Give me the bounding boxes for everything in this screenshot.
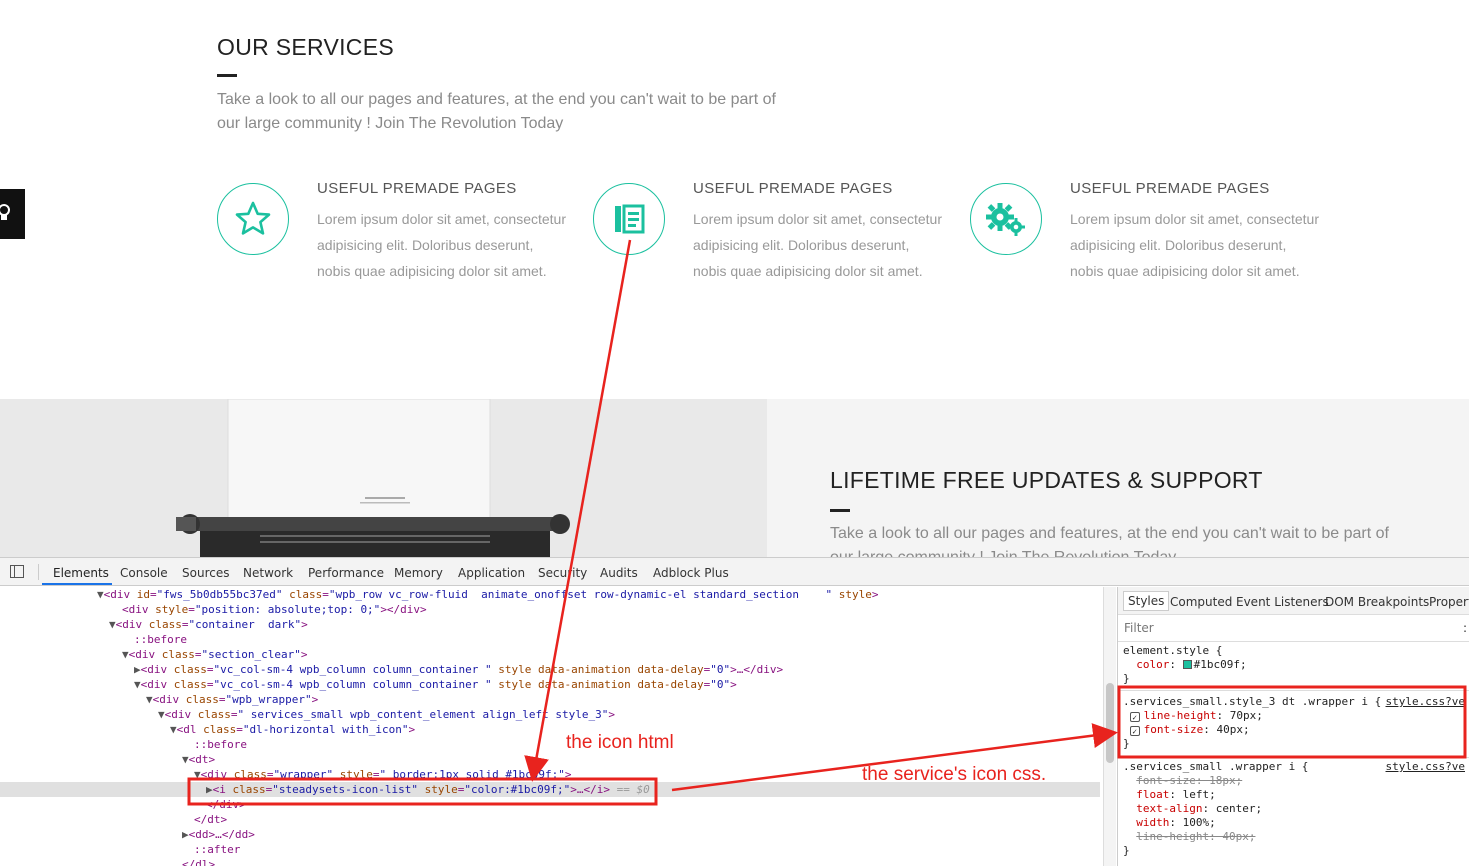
gears-icon: [986, 203, 1025, 236]
list-icon: [615, 204, 645, 234]
dom-node[interactable]: ▶<dd>…</dd>: [182, 827, 1100, 842]
lifetime-title: LIFETIME FREE UPDATES & SUPPORT: [830, 467, 1263, 493]
intro-line-2: our large community ! Join The Revolutio…: [217, 115, 564, 132]
tab-event-listeners[interactable]: Event Listeners: [1236, 595, 1329, 609]
service-icon-circle: [593, 183, 665, 255]
dom-node[interactable]: ▶<div class="vc_col-sm-4 wpb_column colu…: [134, 662, 1100, 677]
lifetime-intro: Take a look to all our pages and feature…: [830, 522, 1430, 557]
elements-scrollbar[interactable]: [1103, 587, 1116, 866]
dom-node[interactable]: ▼<div class="container dark">: [109, 617, 1100, 632]
annotation-icon-css: the service's icon css.: [862, 764, 1047, 785]
lifetime-line-1: Take a look to all our pages and feature…: [830, 525, 1389, 542]
webpage: OUR SERVICES Take a look to all our page…: [0, 0, 1469, 557]
wrapper-css-rule[interactable]: .services_small .wrapper i {style.css?ve…: [1123, 760, 1465, 858]
dom-node[interactable]: ▼<div class="wpb_wrapper">: [146, 692, 1100, 707]
tab-application[interactable]: Application: [458, 566, 525, 580]
elements-tree: ▼<div id="fws_5b0db55bc37ed" class="wpb_…: [0, 587, 1100, 866]
tab-sources[interactable]: Sources: [182, 566, 229, 580]
typewriter-image: [176, 399, 570, 557]
dom-node[interactable]: ▼<div class=" services_small wpb_content…: [158, 707, 1100, 722]
service-text: Lorem ipsum dolor sit amet, consectetur …: [1070, 211, 1319, 279]
dom-node[interactable]: </dl>: [182, 857, 1100, 866]
services-intro: Take a look to all our pages and feature…: [217, 88, 807, 136]
icon-css-rule[interactable]: .services_small.style_3 dt .wrapper i {s…: [1123, 695, 1465, 751]
styles-filter-input[interactable]: Filter: [1124, 621, 1154, 635]
tab-memory[interactable]: Memory: [394, 566, 443, 580]
service-title: USEFUL PREMADE PAGES: [693, 180, 893, 197]
tab-styles[interactable]: Styles: [1123, 591, 1170, 611]
service-icon-circle: [217, 183, 289, 255]
rule-divider: [1118, 641, 1469, 642]
title-underline: [217, 74, 237, 77]
tab-network[interactable]: Network: [243, 566, 293, 580]
side-tab[interactable]: [0, 189, 25, 239]
tab-properties[interactable]: Propert: [1429, 595, 1469, 609]
tab-adblock-plus[interactable]: Adblock Plus: [653, 566, 729, 580]
intro-line-1: Take a look to all our pages and feature…: [217, 91, 776, 108]
dom-node[interactable]: ▼<div id="fws_5b0db55bc37ed" class="wpb_…: [97, 587, 1100, 602]
tab-computed[interactable]: Computed: [1170, 595, 1232, 609]
styles-pane: Styles Computed Event Listeners DOM Brea…: [1117, 587, 1469, 866]
tab-elements[interactable]: Elements: [53, 566, 109, 580]
dom-pseudo[interactable]: ::before: [134, 632, 1100, 647]
tab-separator: [38, 564, 39, 580]
element-style-rule[interactable]: element.style { color: #1bc09f; }: [1123, 644, 1465, 686]
service-text: Lorem ipsum dolor sit amet, consectetur …: [693, 211, 942, 279]
tab-console[interactable]: Console: [120, 566, 168, 580]
annotation-icon-html: the icon html: [566, 732, 674, 753]
typewriter-photo: [0, 399, 767, 557]
service-icon-circle: [970, 183, 1042, 255]
service-text: Lorem ipsum dolor sit amet, consectetur …: [317, 211, 566, 279]
lifetime-underline: [830, 509, 850, 512]
rule-divider: [1118, 757, 1469, 758]
hover-state-toggle[interactable]: :: [1463, 621, 1467, 635]
scrollbar-thumb[interactable]: [1106, 683, 1114, 763]
dock-side-icon[interactable]: [10, 565, 24, 578]
styles-tabbar: Styles Computed Event Listeners DOM Brea…: [1118, 587, 1469, 615]
services-title: OUR SERVICES: [217, 34, 394, 60]
lightbulb-icon: [0, 204, 10, 220]
rule-divider: [1118, 690, 1469, 691]
tab-security[interactable]: Security: [538, 566, 587, 580]
dom-node[interactable]: </div>: [206, 797, 1100, 812]
dom-pseudo[interactable]: ::after: [194, 842, 1100, 857]
devtools-tabbar: Elements Console Sources Network Perform…: [0, 558, 1469, 586]
active-tab-indicator: [42, 583, 112, 585]
tab-dom-breakpoints[interactable]: DOM Breakpoints: [1325, 595, 1429, 609]
dom-node[interactable]: <div style="position: absolute;top: 0;">…: [122, 602, 1100, 617]
tab-audits[interactable]: Audits: [600, 566, 638, 580]
star-icon: [235, 201, 271, 235]
dom-node[interactable]: ▼<div class="vc_col-sm-4 wpb_column colu…: [134, 677, 1100, 692]
tab-performance[interactable]: Performance: [308, 566, 384, 580]
dom-node[interactable]: ▼<div class="section_clear">: [122, 647, 1100, 662]
service-title: USEFUL PREMADE PAGES: [1070, 180, 1270, 197]
dom-node[interactable]: </dt>: [194, 812, 1100, 827]
lifetime-line-2: our large community ! Join The Revolutio…: [830, 546, 1430, 557]
devtools-panel: Elements Console Sources Network Perform…: [0, 557, 1469, 866]
service-title: USEFUL PREMADE PAGES: [317, 180, 517, 197]
